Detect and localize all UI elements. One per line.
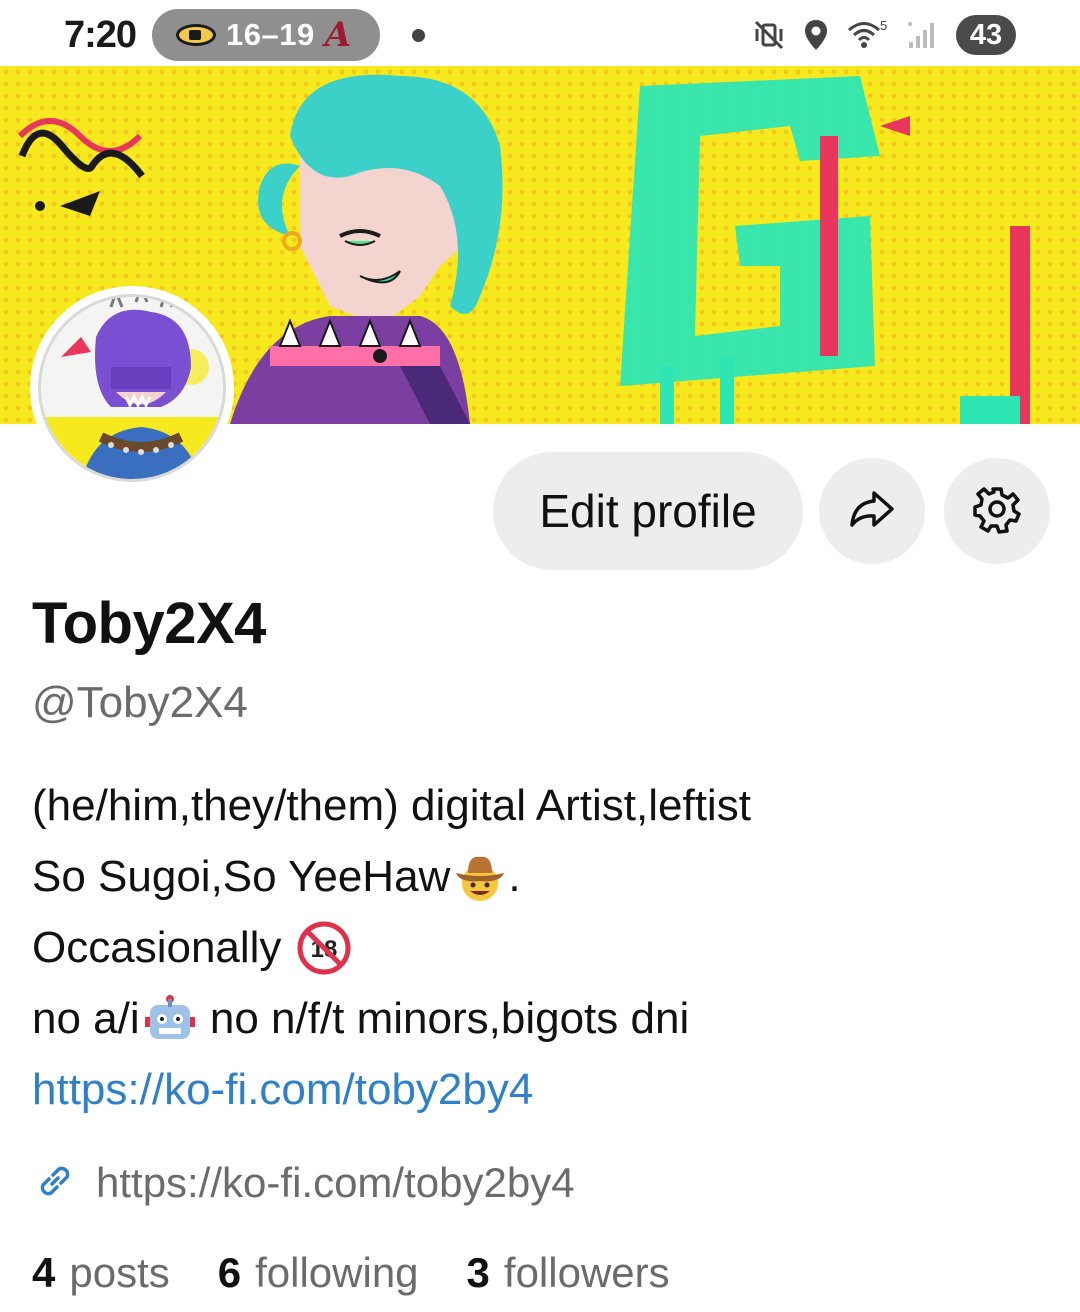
bio-line: (he/him,they/them) digital Artist,leftis… [32, 770, 1052, 841]
following-stat[interactable]: 6 following [218, 1249, 419, 1297]
status-bar: 7:20 16–19 A 5 43 [0, 0, 1080, 66]
profile-bio: (he/him,they/them) digital Artist,leftis… [32, 770, 1052, 1125]
posts-count: 4 [32, 1249, 56, 1296]
bio-line: Occasionally 18 [32, 912, 1052, 983]
user-handle: @Toby2X4 [32, 678, 248, 727]
status-icons: 5 43 [752, 12, 1016, 58]
profile-stats: 4 posts 6 following 3 followers [32, 1238, 718, 1308]
bio-link[interactable]: https://ko-fi.com/toby2by4 [32, 1054, 533, 1125]
team-logo-icon [176, 24, 216, 46]
svg-text:5: 5 [880, 18, 887, 33]
bio-text: . [508, 852, 521, 901]
bio-text: no n/f/t minors,bigots dni [197, 994, 690, 1043]
cowboy-emoji-icon [456, 856, 505, 901]
location-icon [802, 18, 830, 52]
status-time: 7:20 [64, 14, 137, 56]
bio-text: So Sugoi,So YeeHaw [32, 852, 451, 901]
robot-emoji-icon [144, 994, 195, 1039]
followers-stat[interactable]: 3 followers [467, 1249, 670, 1297]
following-label: following [255, 1249, 419, 1296]
followers-label: followers [503, 1249, 670, 1296]
share-button[interactable] [819, 458, 925, 564]
profile-screen: 7:20 16–19 A 5 43 Edit profile Toby2X4 @… [0, 0, 1080, 1312]
posts-label: posts [69, 1249, 170, 1296]
mute-vibrate-icon [752, 18, 786, 52]
settings-button[interactable] [944, 458, 1050, 564]
bio-line: no a/i no n/f/t minors,bigots dni [32, 983, 1052, 1054]
following-count: 6 [217, 1249, 242, 1296]
notification-dot [412, 29, 425, 42]
signal-icon [906, 18, 940, 52]
posts-stat[interactable]: 4 posts [32, 1249, 170, 1297]
bio-line: https://ko-fi.com/toby2by4 [32, 1054, 1052, 1125]
no-one-under-eighteen-icon: 18 [297, 921, 351, 974]
link-icon [32, 1158, 78, 1209]
team-letter-logo: A [324, 15, 352, 55]
avatar-artwork [41, 297, 223, 479]
followers-count: 3 [466, 1249, 490, 1296]
display-name: Toby2X4 [32, 591, 266, 656]
live-score-pill[interactable]: 16–19 A [152, 9, 380, 61]
live-score: 16–19 [226, 17, 315, 52]
gear-icon [969, 481, 1025, 542]
bio-text: no a/i [32, 994, 140, 1043]
share-icon [844, 481, 900, 542]
website-url[interactable]: https://ko-fi.com/toby2by4 [96, 1159, 575, 1207]
bio-text: Occasionally [32, 923, 294, 972]
wifi-icon: 5 [846, 18, 890, 52]
bio-text: (he/him,they/them) digital Artist,leftis… [32, 781, 751, 830]
profile-avatar[interactable] [30, 286, 234, 490]
avatar-image [38, 294, 226, 482]
battery-indicator: 43 [956, 15, 1016, 55]
website-link[interactable]: https://ko-fi.com/toby2by4 [32, 1150, 575, 1216]
bio-line: So Sugoi,So YeeHaw . [32, 841, 1052, 912]
edit-profile-button[interactable]: Edit profile [493, 452, 803, 570]
